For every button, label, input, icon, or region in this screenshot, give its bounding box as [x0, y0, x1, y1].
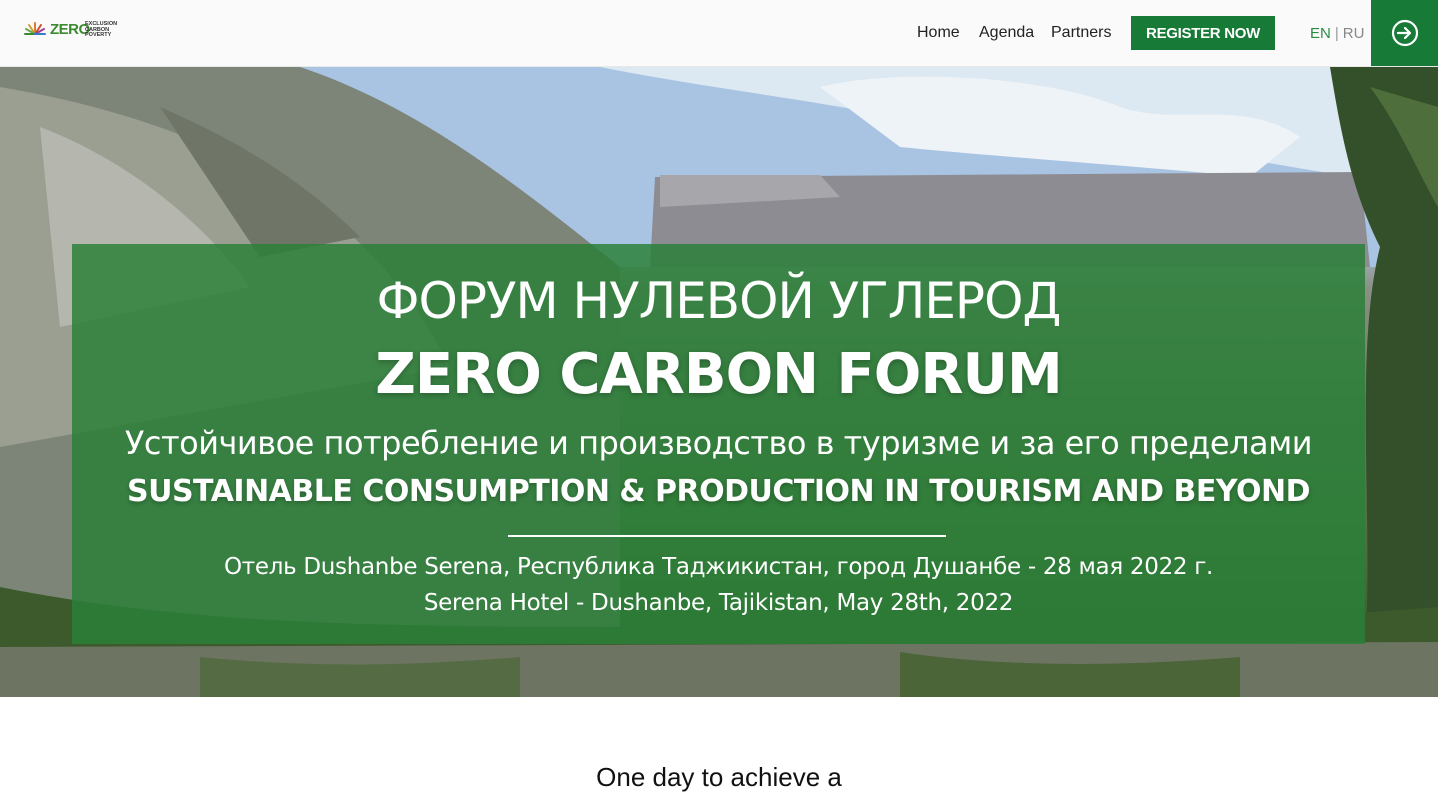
login-button[interactable] — [1371, 0, 1438, 66]
nav-home[interactable]: Home — [917, 24, 960, 42]
banner-divider — [508, 535, 946, 537]
hero-subtitle-en: SUSTAINABLE CONSUMPTION & PRODUCTION IN … — [126, 474, 1311, 509]
lang-separator: | — [1334, 25, 1339, 42]
hero-section: ФОРУМ НУЛЕВОЙ УГЛЕРОД ZERO CARBON FORUM … — [0, 67, 1438, 697]
nav-agenda[interactable]: Agenda — [979, 24, 1034, 42]
logo-wordmark: ZERO — [50, 21, 90, 38]
register-now-button[interactable]: REGISTER NOW — [1131, 16, 1275, 50]
event-banner: ФОРУМ НУЛЕВОЙ УГЛЕРОД ZERO CARBON FORUM … — [72, 244, 1365, 644]
hero-subtitle-ru: Устойчивое потребление и производство в … — [124, 424, 1313, 462]
sign-in-icon — [1391, 19, 1418, 47]
sunburst-logo-icon — [24, 22, 46, 35]
site-logo[interactable]: ZERO EXCLUSION CARBON POVERTY — [22, 18, 132, 48]
hero-venue-ru: Отель Dushanbe Serena, Республика Таджик… — [223, 554, 1214, 580]
section-heading: One day to achieve a — [596, 762, 842, 792]
language-switcher: EN | RU — [1310, 25, 1364, 42]
hero-title-en: ZERO CARBON FORUM — [375, 342, 1062, 407]
lang-en-link[interactable]: EN — [1310, 25, 1331, 42]
lang-ru-link[interactable]: RU — [1343, 25, 1365, 42]
logo-line-poverty: POVERTY — [85, 32, 112, 38]
hero-title-ru: ФОРУМ НУЛЕВОЙ УГЛЕРОД — [376, 272, 1062, 330]
nav-partners[interactable]: Partners — [1051, 24, 1111, 42]
hero-venue-en: Serena Hotel - Dushanbe, Tajikistan, May… — [423, 590, 1014, 616]
site-header: ZERO EXCLUSION CARBON POVERTY Home Agend… — [0, 0, 1438, 67]
logo-tagline: EXCLUSION CARBON POVERTY — [85, 21, 117, 39]
